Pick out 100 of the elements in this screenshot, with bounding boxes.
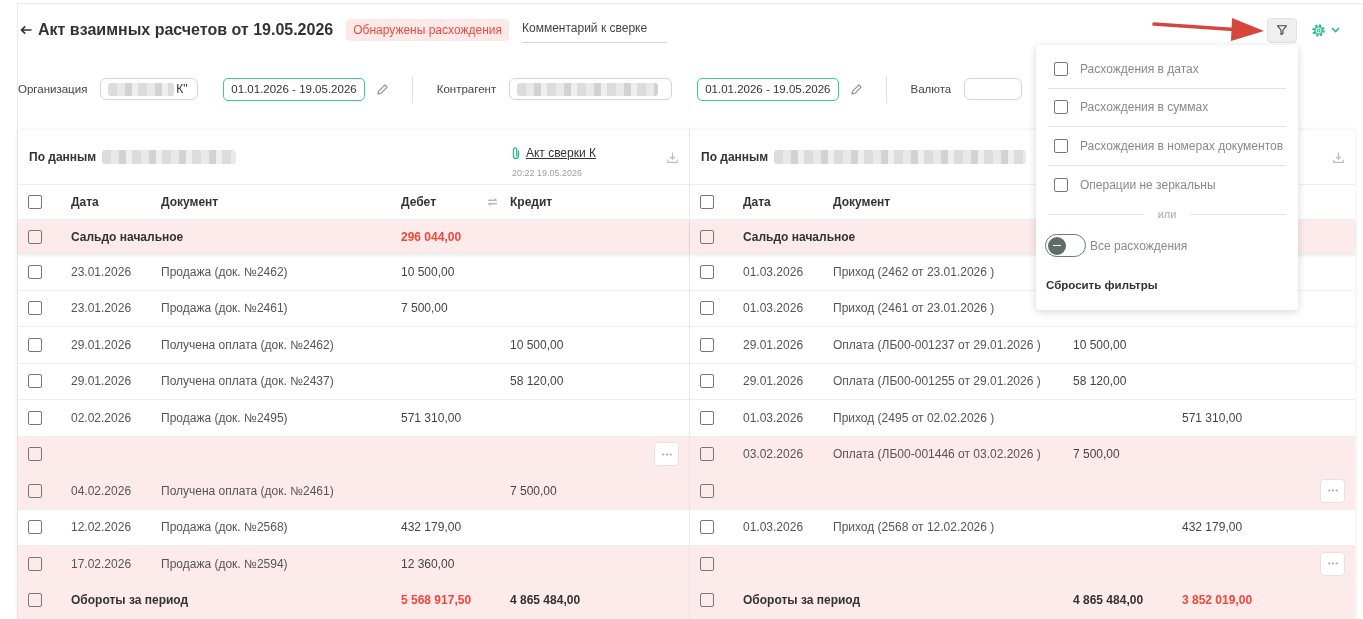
field-label: Валюта [910,83,952,95]
filter-icon [1277,25,1287,35]
input-field[interactable]: К" [100,78,199,100]
field-label: Контрагент [436,83,497,95]
row-checkbox[interactable] [28,483,42,498]
row-checkbox[interactable] [28,264,42,279]
document-cell: Оплата (ЛБ00-001446 от 03.02.2026 ) [833,447,1041,462]
status-badge: Обнаружены расхождения [346,19,509,41]
row-checkbox[interactable] [700,374,714,389]
date-range-field[interactable]: 01.01.2026 - 19.05.2026 [223,77,365,101]
input-field[interactable] [964,78,1023,100]
paperclip-icon [511,146,520,160]
row-checkbox[interactable] [700,483,714,498]
filter-option-label[interactable]: Операции не зеркальны [1080,177,1216,192]
document-cell: Приход (2495 от 02.02.2026 ) [833,410,995,425]
summary-label: Сальдо начальное [743,229,856,244]
filter-checkbox[interactable] [1054,177,1068,192]
attachment-link[interactable]: Акт сверки К [525,146,596,160]
row-checkbox[interactable] [28,374,42,389]
row-checkbox[interactable] [28,337,42,352]
date-cell: 17.02.2026 [71,556,132,571]
amount-cell: 432 179,00 [1182,520,1243,535]
input-field[interactable] [509,78,673,100]
select-all-checkbox[interactable] [700,195,714,209]
date-cell: 01.03.2026 [743,264,804,279]
date-cell: 29.01.2026 [743,374,804,389]
date-cell: 03.02.2026 [743,447,804,462]
document-cell: Приход (2461 от 23.01.2026 ) [833,301,995,316]
pencil-icon[interactable] [376,83,388,95]
summary-label: Обороты за период [71,593,189,608]
row-checkbox[interactable] [700,520,714,535]
document-cell: Оплата (ЛБ00-001255 от 29.01.2026 ) [833,374,1041,389]
row-checkbox[interactable] [28,229,42,244]
row-checkbox[interactable] [28,520,42,535]
filter-option-label[interactable]: Расхождения в датах [1080,61,1199,76]
amount-cell: 12 360,00 [401,556,455,571]
column-header: Кредит [510,195,553,209]
row-checkbox[interactable] [28,556,42,571]
page-title: Акт взаимных расчетов от 19.05.2026 [38,21,334,39]
filter-checkbox[interactable] [1054,61,1068,76]
source-label: По данным [29,150,97,164]
row-checkbox[interactable] [700,593,714,608]
filter-option-label[interactable]: Расхождения в суммах [1080,100,1209,115]
gear-icon [1312,23,1325,37]
column-header: Дебет [401,195,436,209]
toggle-label[interactable]: Все расхождения [1090,238,1188,253]
toggle-switch[interactable] [1045,234,1086,257]
row-checkbox[interactable] [28,593,42,608]
date-cell: 01.03.2026 [743,301,804,316]
date-cell: 01.03.2026 [743,520,804,535]
row-checkbox[interactable] [700,301,714,316]
row-checkbox[interactable] [700,264,714,279]
summary-label: Обороты за период [743,593,861,608]
document-cell: Продажа (док. №2462) [161,264,288,279]
reset-filters-link[interactable]: Сбросить фильтры [1046,277,1158,293]
date-cell: 23.01.2026 [71,301,132,316]
comment-field[interactable]: Комментарий к сверке [522,17,667,43]
row-checkbox[interactable] [700,337,714,352]
back-arrow-icon[interactable] [20,25,32,35]
pencil-icon[interactable] [850,83,862,95]
amount-cell: 10 500,00 [401,264,455,279]
amount-cell: 7 500,00 [401,301,448,316]
attachment-timestamp: 20:22 19.05.2026 [511,168,583,178]
separator-label: или [1157,208,1177,220]
filter-checkbox[interactable] [1054,100,1068,115]
select-all-checkbox[interactable] [28,195,42,209]
filter-option-label[interactable]: Расхождения в номерах документов [1080,138,1284,153]
amount-cell: 296 044,00 [401,229,462,244]
date-cell: 01.03.2026 [743,410,804,425]
settings-menu-button[interactable] [1312,23,1340,37]
document-cell: Приход (2568 от 12.02.2026 ) [833,520,995,535]
amount-cell: 3 852 019,00 [1182,593,1253,608]
date-cell: 12.02.2026 [71,520,132,535]
row-checkbox[interactable] [700,447,714,462]
amount-cell: 7 500,00 [1073,447,1120,462]
summary-label: Сальдо начальное [71,229,184,244]
document-cell: Оплата (ЛБ00-001237 от 29.01.2026 ) [833,337,1041,352]
document-cell: Продажа (док. №2461) [161,301,288,316]
date-cell: 29.01.2026 [71,374,132,389]
row-checkbox[interactable] [28,301,42,316]
row-checkbox[interactable] [700,229,714,244]
dots-icon [1327,562,1338,566]
row-checkbox[interactable] [28,410,42,425]
document-cell: Приход (2462 от 23.01.2026 ) [833,264,995,279]
row-checkbox[interactable] [700,556,714,571]
filter-button[interactable] [1267,17,1297,43]
filter-checkbox[interactable] [1054,138,1068,153]
row-checkbox[interactable] [28,447,42,462]
column-header: Документ [161,195,219,209]
row-checkbox[interactable] [700,410,714,425]
document-cell: Продажа (док. №2568) [161,520,288,535]
document-cell: Продажа (док. №2495) [161,410,288,425]
date-cell: 02.02.2026 [71,410,132,425]
column-header: Дата [71,195,99,209]
date-range-field[interactable]: 01.01.2026 - 19.05.2026 [697,77,839,101]
amount-cell: 432 179,00 [401,520,462,535]
date-cell: 04.02.2026 [71,483,132,498]
document-cell: Продажа (док. №2594) [161,556,288,571]
amount-cell: 58 120,00 [510,374,564,389]
source-label: По данным [701,150,769,164]
